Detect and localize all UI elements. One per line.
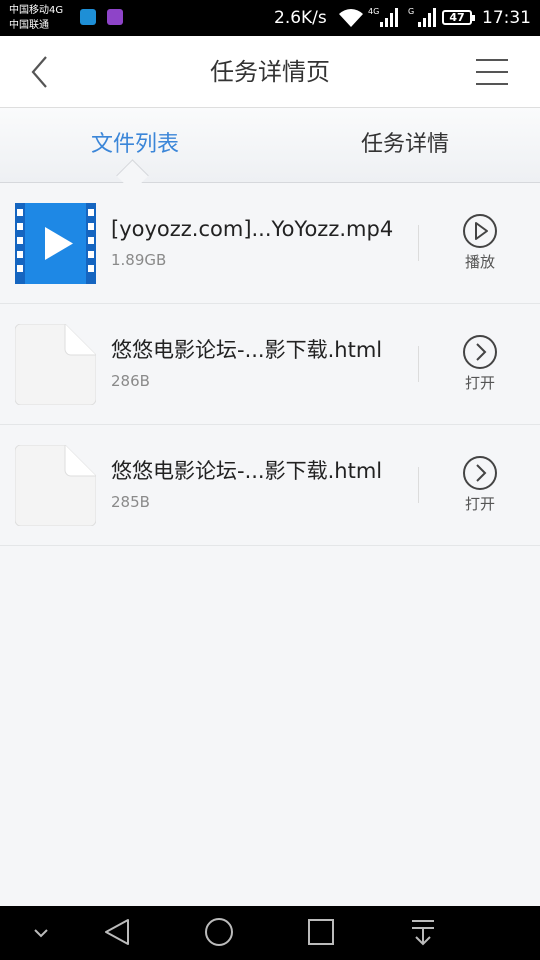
carrier-2: 中国联通 (9, 20, 49, 31)
open-label: 打开 (464, 495, 495, 513)
notification-app-icon (80, 9, 96, 25)
play-button[interactable]: 播放 (452, 213, 508, 273)
back-triangle-icon[interactable] (102, 916, 134, 948)
carrier-1: 中国移动4G (9, 5, 64, 16)
divider (418, 346, 419, 382)
recents-square-icon[interactable] (305, 916, 337, 948)
open-button[interactable]: 打开 (452, 334, 508, 394)
status-bar: 中国移动4G 中国联通 2.6K/s 4G G 47 17:31 (0, 0, 540, 36)
file-name: [yoyozz.com]...YoYozz.mp4 (111, 217, 394, 241)
battery-icon: 47 (442, 10, 475, 25)
file-list: [yoyozz.com]...YoYozz.mp4 1.89GB 播放 悠悠电影… (0, 183, 540, 546)
system-nav-bar (0, 906, 540, 960)
page-title: 任务详情页 (210, 58, 330, 86)
blank-file-icon (15, 324, 96, 405)
menu-button[interactable] (474, 58, 510, 86)
app-header: 任务详情页 (0, 36, 540, 108)
file-name: 悠悠电影论坛-...影下载.html (111, 338, 383, 362)
open-button[interactable]: 打开 (452, 455, 508, 515)
play-circle-icon (463, 214, 497, 248)
tab-bar: 文件列表 任务详情 (0, 108, 540, 183)
divider (418, 467, 419, 503)
chevron-down-icon[interactable] (32, 926, 50, 940)
open-circle-icon (463, 335, 497, 369)
play-label: 播放 (464, 253, 495, 271)
tab-task-detail[interactable]: 任务详情 (270, 108, 540, 182)
list-item[interactable]: [yoyozz.com]...YoYozz.mp4 1.89GB 播放 (0, 183, 540, 304)
divider (418, 225, 419, 261)
list-item[interactable]: 悠悠电影论坛-...影下载.html 285B 打开 (0, 425, 540, 546)
open-circle-icon (463, 456, 497, 490)
video-file-icon (15, 203, 96, 284)
file-name: 悠悠电影论坛-...影下载.html (111, 459, 383, 483)
home-circle-icon[interactable] (203, 916, 235, 948)
signal-1-label: 4G (368, 7, 379, 16)
network-speed: 2.6K/s (274, 8, 327, 28)
file-size: 285B (111, 493, 150, 511)
signal-2-label: G (408, 7, 414, 16)
battery-level: 47 (449, 11, 465, 24)
blank-file-icon (15, 445, 96, 526)
notification-app-icon (107, 9, 123, 25)
signal-icon: G (408, 7, 436, 27)
file-size: 1.89GB (111, 251, 167, 269)
file-size: 286B (111, 372, 150, 390)
signal-icon: 4G (368, 7, 398, 27)
wifi-icon (339, 9, 363, 27)
carrier-info: 中国移动4G 中国联通 (9, 3, 63, 33)
open-label: 打开 (464, 374, 495, 392)
notification-pulldown-icon[interactable] (407, 916, 439, 948)
clock: 17:31 (482, 8, 531, 28)
list-item[interactable]: 悠悠电影论坛-...影下载.html 286B 打开 (0, 304, 540, 425)
hamburger-menu-icon (476, 59, 508, 85)
